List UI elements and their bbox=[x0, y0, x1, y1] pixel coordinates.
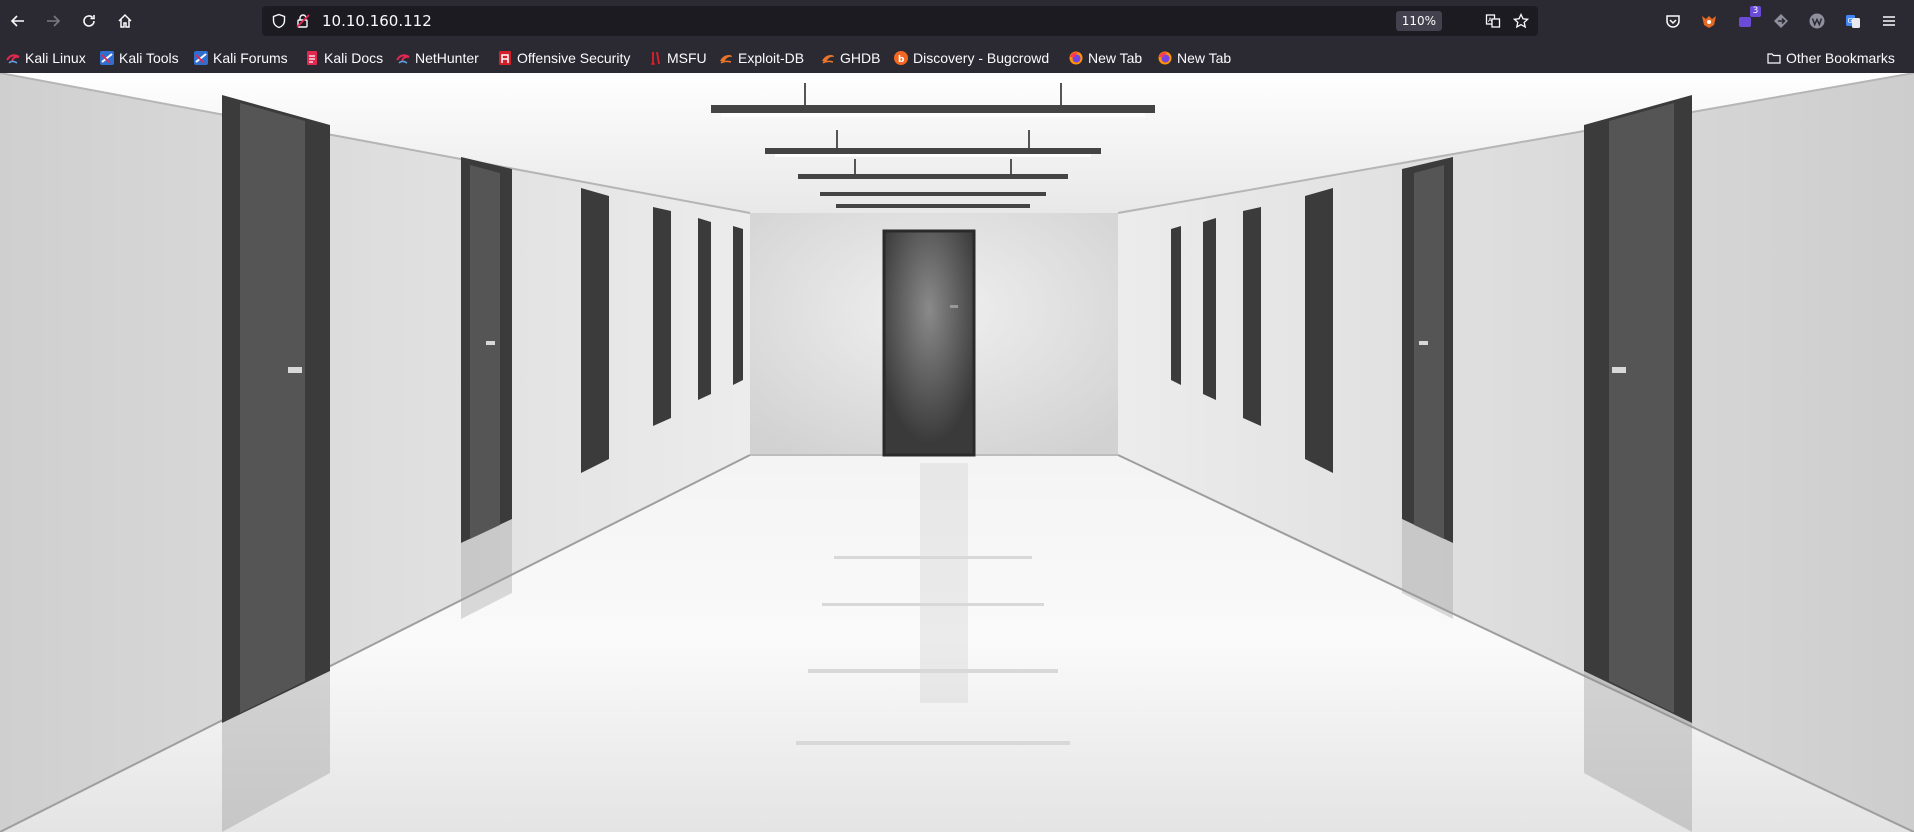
exploitdb-icon bbox=[720, 54, 732, 64]
bookmark-nethunter[interactable]: NetHunter bbox=[396, 47, 479, 68]
msfu-icon bbox=[651, 51, 660, 65]
other-bookmarks[interactable]: Other Bookmarks bbox=[1767, 47, 1895, 68]
bookmark-kali-linux[interactable]: Kali Linux bbox=[6, 47, 86, 68]
bookmark-msfu[interactable]: MSFU bbox=[648, 47, 707, 68]
bookmark-new-tab-2[interactable]: New Tab bbox=[1158, 47, 1231, 68]
bookmark-label: Kali Forums bbox=[213, 49, 288, 66]
extension-badge-icon[interactable]: 3 bbox=[1734, 6, 1761, 32]
bookmark-label: GHDB bbox=[840, 49, 881, 66]
bookmark-label: New Tab bbox=[1177, 49, 1232, 66]
arrow-left-icon bbox=[10, 15, 24, 27]
reload-icon bbox=[83, 15, 95, 27]
back-button[interactable] bbox=[6, 9, 30, 33]
url-text[interactable]: 10.10.160.112 bbox=[322, 6, 432, 36]
nethunter-icon bbox=[396, 50, 410, 65]
bookmark-label: Discovery - Bugcrowd bbox=[913, 49, 1050, 66]
kali-dragon-icon bbox=[6, 50, 20, 65]
home-icon bbox=[118, 13, 132, 28]
kali-docs-icon bbox=[307, 50, 317, 65]
arrow-right-icon bbox=[47, 15, 61, 27]
bookmark-star-icon[interactable] bbox=[1512, 12, 1530, 30]
zoom-indicator[interactable]: 110% bbox=[1395, 11, 1442, 31]
bookmark-kali-tools[interactable]: Kali Tools bbox=[100, 47, 179, 68]
foxyproxy-icon[interactable] bbox=[1698, 10, 1720, 32]
pocket-icon[interactable] bbox=[1662, 10, 1684, 32]
translate-icon[interactable]: A bbox=[1484, 12, 1502, 30]
folder-icon bbox=[1767, 52, 1781, 64]
bookmark-label: Offensive Security bbox=[517, 49, 631, 66]
kali-tools-icon bbox=[100, 50, 114, 65]
bugcrowd-icon: b bbox=[894, 50, 908, 65]
reload-button[interactable] bbox=[77, 9, 101, 33]
hallway-image bbox=[0, 73, 1914, 832]
git-arrow-icon[interactable] bbox=[1770, 10, 1792, 32]
bookmark-kali-forums[interactable]: Kali Forums bbox=[194, 47, 288, 68]
offsec-icon bbox=[499, 50, 511, 65]
svg-text:G: G bbox=[1848, 17, 1853, 25]
other-bookmarks-label: Other Bookmarks bbox=[1786, 49, 1895, 66]
bookmark-label: Kali Docs bbox=[324, 49, 384, 66]
browser-toolbar: 10.10.160.112 110% A 3 G bbox=[0, 0, 1914, 42]
tracking-shield-icon[interactable] bbox=[270, 12, 288, 30]
bookmark-offensive-security[interactable]: Offensive Security bbox=[498, 47, 630, 68]
ghdb-icon bbox=[822, 54, 834, 64]
firefox-icon bbox=[1158, 51, 1172, 64]
bookmark-exploit-db[interactable]: Exploit-DB bbox=[719, 47, 804, 68]
menu-hamburger-icon[interactable] bbox=[1878, 10, 1900, 32]
bookmark-label: New Tab bbox=[1088, 49, 1143, 66]
bookmark-ghdb[interactable]: GHDB bbox=[821, 47, 880, 68]
insecure-lock-icon[interactable] bbox=[294, 12, 312, 30]
bookmark-label: Kali Linux bbox=[25, 49, 86, 66]
extension-badge-count: 3 bbox=[1750, 6, 1761, 17]
svg-text:b: b bbox=[898, 55, 905, 65]
wappalyzer-icon[interactable] bbox=[1806, 10, 1828, 32]
bookmark-label: NetHunter bbox=[415, 49, 479, 66]
bookmark-new-tab-1[interactable]: New Tab bbox=[1069, 47, 1142, 68]
bookmark-label: Kali Tools bbox=[119, 49, 179, 66]
home-button[interactable] bbox=[113, 9, 137, 33]
bookmark-label: MSFU bbox=[667, 49, 707, 66]
bookmark-discovery-bugcrowd[interactable]: b Discovery - Bugcrowd bbox=[894, 47, 1049, 68]
page-content bbox=[0, 73, 1914, 832]
bookmarks-toolbar: Kali Linux Kali Tools Kali Forums Kali D… bbox=[0, 42, 1914, 74]
translate-extension-icon[interactable]: G bbox=[1842, 10, 1864, 32]
bookmark-label: Exploit-DB bbox=[738, 49, 805, 66]
url-bar[interactable]: 10.10.160.112 110% A bbox=[262, 6, 1538, 36]
firefox-icon bbox=[1069, 51, 1083, 64]
bookmark-kali-docs[interactable]: Kali Docs bbox=[305, 47, 383, 68]
kali-forums-icon bbox=[194, 50, 208, 65]
forward-button[interactable] bbox=[41, 9, 65, 33]
